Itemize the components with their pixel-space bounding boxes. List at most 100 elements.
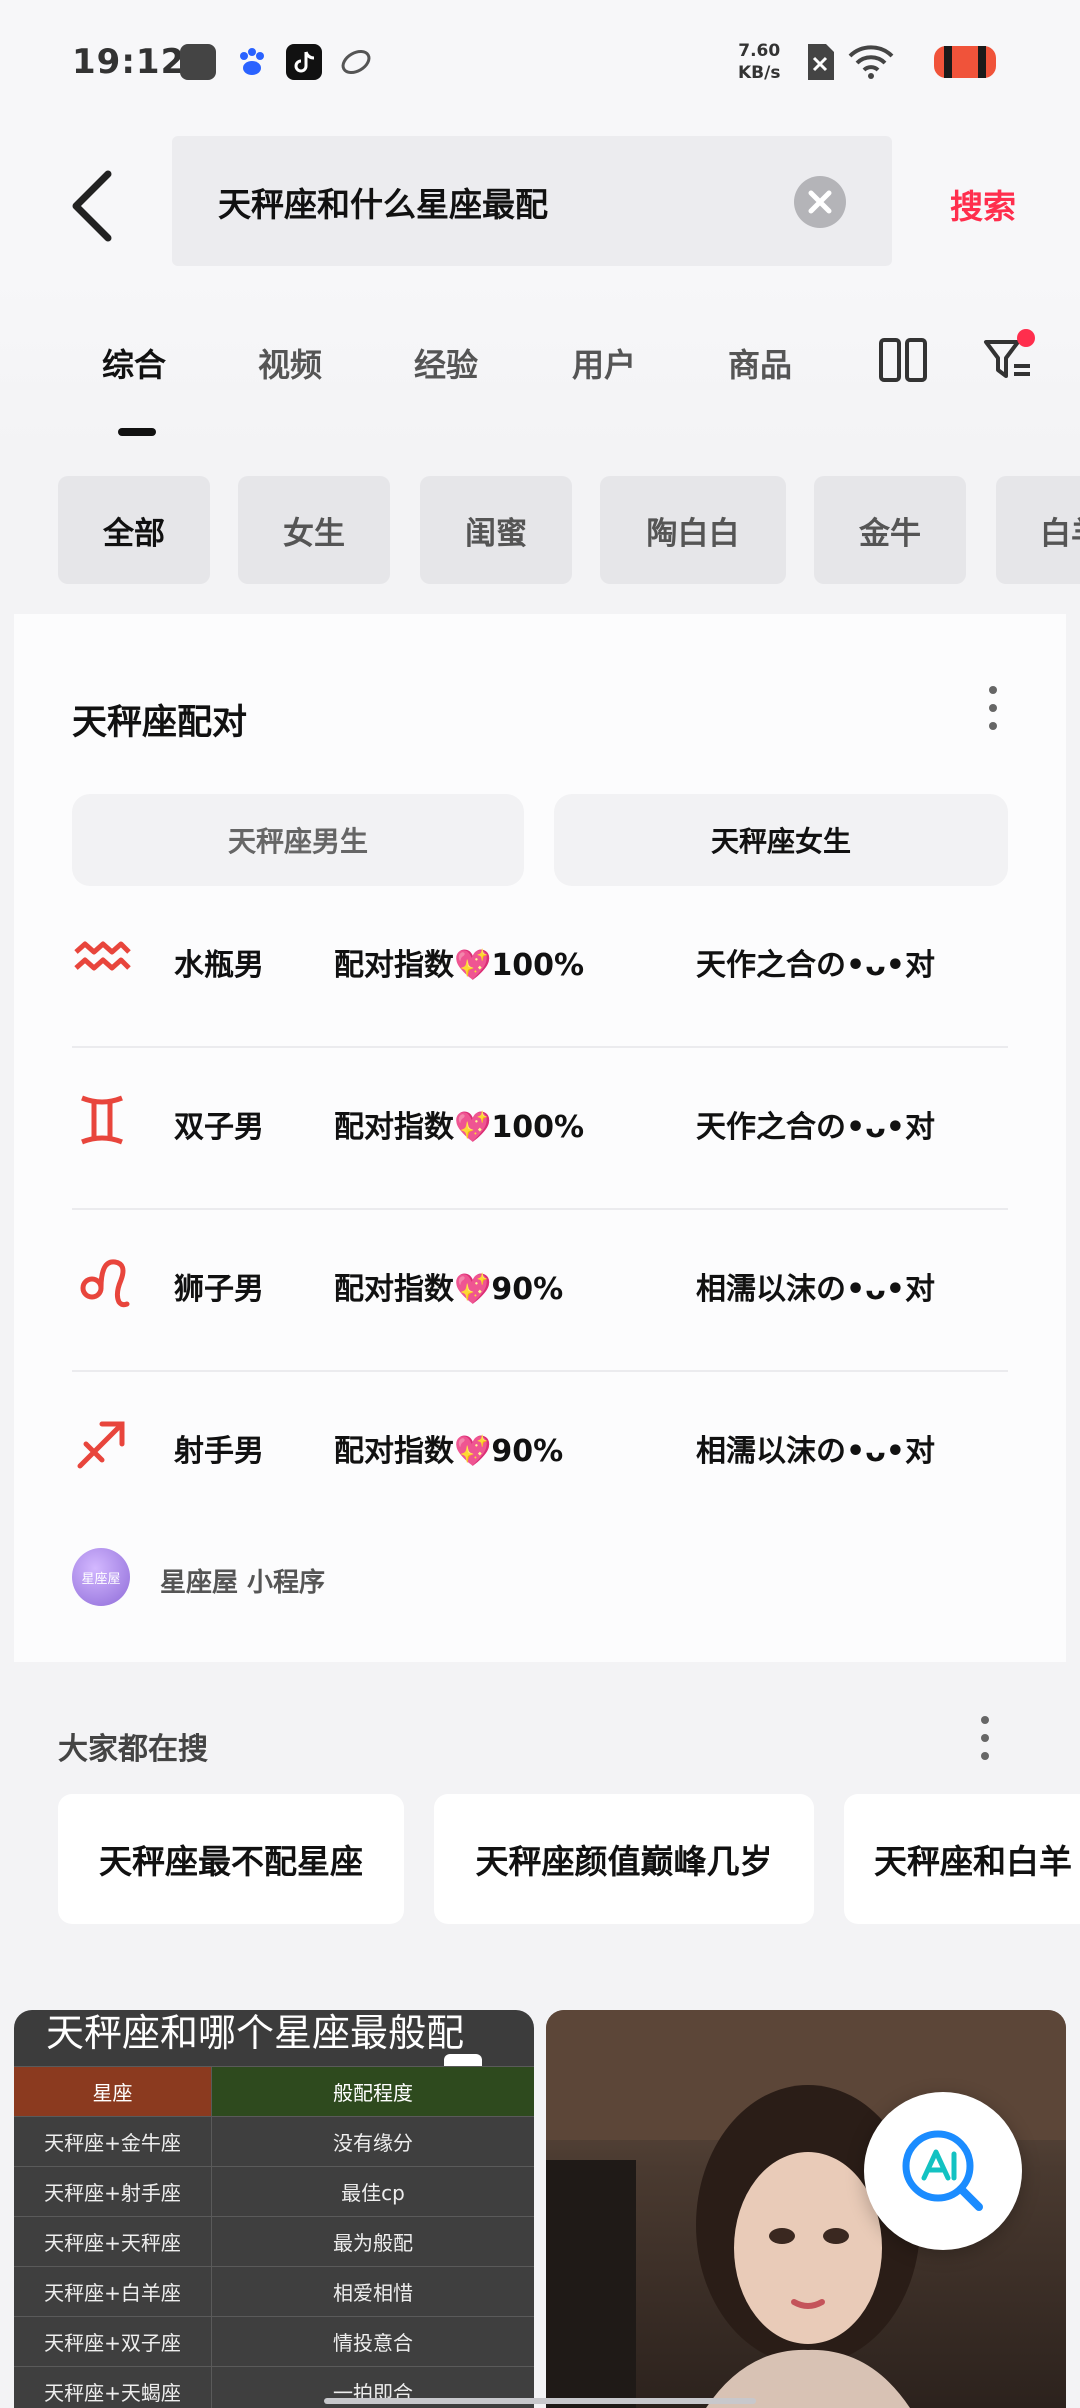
tab-experience[interactable]: 经验 <box>414 340 478 386</box>
table-cell: 最佳cp <box>212 2167 534 2216</box>
table-row: 天秤座+金牛座 没有缘分 <box>14 2116 534 2166</box>
table-cell: 天秤座+双子座 <box>14 2317 212 2366</box>
table-cell: 天秤座+射手座 <box>14 2167 212 2216</box>
no-sim-icon <box>804 42 836 86</box>
table-header-cell: 星座 <box>14 2067 212 2116</box>
table-row: 天秤座+双子座 情投意合 <box>14 2316 534 2366</box>
sign-name: 射手男 <box>174 1434 264 1469</box>
search-query: 天秤座和什么星座最配 <box>218 185 548 224</box>
search-button[interactable]: 搜索 <box>950 180 1016 228</box>
pairing-card: 天秤座配对 天秤座男生 天秤座女生 水瓶男 配对指数💖100% 天作之合の•ᴗ•… <box>14 614 1066 1662</box>
filter-button[interactable] <box>982 328 1038 388</box>
segment-libra-female[interactable]: 天秤座女生 <box>554 794 1008 886</box>
trending-item[interactable]: 天秤座颜值巅峰几岁 <box>434 1794 814 1924</box>
more-dot-icon <box>981 1752 989 1760</box>
ai-search-icon <box>902 2130 983 2211</box>
active-tab-indicator <box>118 428 156 436</box>
source-avatar: 星座屋 <box>72 1548 130 1606</box>
chip-bestie[interactable]: 闺蜜 <box>420 476 572 584</box>
match-row[interactable]: 射手男 配对指数💖90% 相濡以沫の•ᴗ•对 <box>72 1372 1008 1534</box>
wifi-icon <box>846 42 896 86</box>
more-dot-icon <box>989 686 997 694</box>
table-row: 天秤座+天秤座 最为般配 <box>14 2216 534 2266</box>
table-cell: 情投意合 <box>212 2317 534 2366</box>
chip-aries[interactable]: 白羊 <box>996 476 1080 584</box>
table-row: 天秤座+白羊座 相爱相惜 <box>14 2266 534 2316</box>
result-tabs: 综合 视频 经验 用户 商品 <box>0 278 1080 448</box>
sign-name: 双子男 <box>174 1110 264 1145</box>
network-speed-value: 7.60 <box>738 41 781 61</box>
match-description: 天作之合の•ᴗ•对 <box>696 1110 935 1145</box>
match-description: 相濡以沫の•ᴗ•对 <box>696 1272 935 1307</box>
leo-icon <box>80 1259 130 1308</box>
network-speed: 7.60 KB/s <box>738 40 780 84</box>
gemini-icon <box>81 1095 123 1145</box>
aquarius-icon <box>74 941 131 971</box>
match-index: 配对指数💖100% <box>334 948 585 983</box>
tab-users[interactable]: 用户 <box>572 340 636 386</box>
layout-toggle-button[interactable] <box>878 336 928 384</box>
two-column-icon <box>879 338 927 382</box>
chip-taurus[interactable]: 金牛 <box>814 476 966 584</box>
more-dot-icon <box>989 704 997 712</box>
table-cell: 天秤座+白羊座 <box>14 2267 212 2316</box>
battery-icon <box>930 42 1000 86</box>
tiktok-icon <box>286 44 322 80</box>
table-cell: 相爱相惜 <box>212 2267 534 2316</box>
match-description: 相濡以沫の•ᴗ•对 <box>696 1434 935 1469</box>
tab-products[interactable]: 商品 <box>728 340 792 386</box>
trending-more-button[interactable] <box>978 1716 992 1768</box>
search-header: 天秤座和什么星座最配 搜索 <box>0 128 1080 278</box>
clear-search-button[interactable] <box>794 176 846 228</box>
tab-video[interactable]: 视频 <box>258 340 322 386</box>
match-row[interactable]: 狮子男 配对指数💖90% 相濡以沫の•ᴗ•对 <box>72 1210 1008 1372</box>
close-icon <box>808 190 832 214</box>
table-cell: 天秤座+金牛座 <box>14 2117 212 2166</box>
match-index: 配对指数💖90% <box>334 1272 564 1307</box>
more-dot-icon <box>981 1734 989 1742</box>
chip-taobaibai[interactable]: 陶白白 <box>600 476 786 584</box>
tab-comprehensive[interactable]: 综合 <box>102 340 166 386</box>
source-name: 星座屋 小程序 <box>160 1568 326 1598</box>
table-cell: 天秤座+天秤座 <box>14 2217 212 2266</box>
status-bar: 19:12 7.60 KB/s <box>0 0 1080 128</box>
feed-post-left[interactable]: 天秤座和哪个星座最般配 星座 般配程度 天秤座+金牛座 没有缘分 天秤座+射手座… <box>14 2010 534 2408</box>
back-button[interactable] <box>60 166 130 246</box>
table-cell: 没有缘分 <box>212 2117 534 2166</box>
filter-chips: 全部 女生 闺蜜 陶白白 金牛 白羊 <box>0 476 1080 586</box>
chip-all[interactable]: 全部 <box>58 476 210 584</box>
table-header-row: 星座 般配程度 <box>14 2066 534 2116</box>
table-row: 天秤座+射手座 最佳cp <box>14 2166 534 2216</box>
table-header-cell: 般配程度 <box>212 2067 534 2116</box>
table-cell: 最为般配 <box>212 2217 534 2266</box>
match-row[interactable]: 双子男 配对指数💖100% 天作之合の•ᴗ•对 <box>72 1048 1008 1210</box>
match-row[interactable]: 水瓶男 配对指数💖100% 天作之合の•ᴗ•对 <box>72 886 1008 1048</box>
trending-title: 大家都在搜 <box>58 1732 208 1767</box>
filter-icon <box>984 329 1035 378</box>
table-cell: 天秤座+天蝎座 <box>14 2367 212 2408</box>
baidu-icon <box>234 44 270 80</box>
more-dot-icon <box>981 1716 989 1724</box>
sign-name: 狮子男 <box>174 1272 264 1307</box>
status-time: 19:12 <box>72 42 186 82</box>
card-more-button[interactable] <box>986 686 1000 738</box>
sign-name: 水瓶男 <box>174 948 264 983</box>
match-index: 配对指数💖100% <box>334 1110 585 1145</box>
segment-libra-male[interactable]: 天秤座男生 <box>72 794 524 886</box>
back-arrow-icon <box>72 170 112 242</box>
trending-item[interactable]: 天秤座和白羊 <box>844 1794 1080 1924</box>
notification-app-icon <box>180 44 216 80</box>
match-index: 配对指数💖90% <box>334 1434 564 1469</box>
post-image-title: 天秤座和哪个星座最般配 <box>46 2011 465 2055</box>
chip-girls[interactable]: 女生 <box>238 476 390 584</box>
trending-item[interactable]: 天秤座最不配星座 <box>58 1794 404 1924</box>
more-dot-icon <box>989 722 997 730</box>
match-description: 天作之合の•ᴗ•对 <box>696 948 935 983</box>
ai-assistant-button[interactable] <box>864 2092 1022 2250</box>
search-input[interactable]: 天秤座和什么星座最配 <box>172 136 892 266</box>
sagittarius-icon <box>77 1421 125 1469</box>
home-indicator[interactable] <box>324 2398 756 2404</box>
post-table: 星座 般配程度 天秤座+金牛座 没有缘分 天秤座+射手座 最佳cp 天秤座+天秤… <box>14 2066 534 2408</box>
planet-app-icon <box>338 44 374 80</box>
card-title: 天秤座配对 <box>72 703 248 743</box>
